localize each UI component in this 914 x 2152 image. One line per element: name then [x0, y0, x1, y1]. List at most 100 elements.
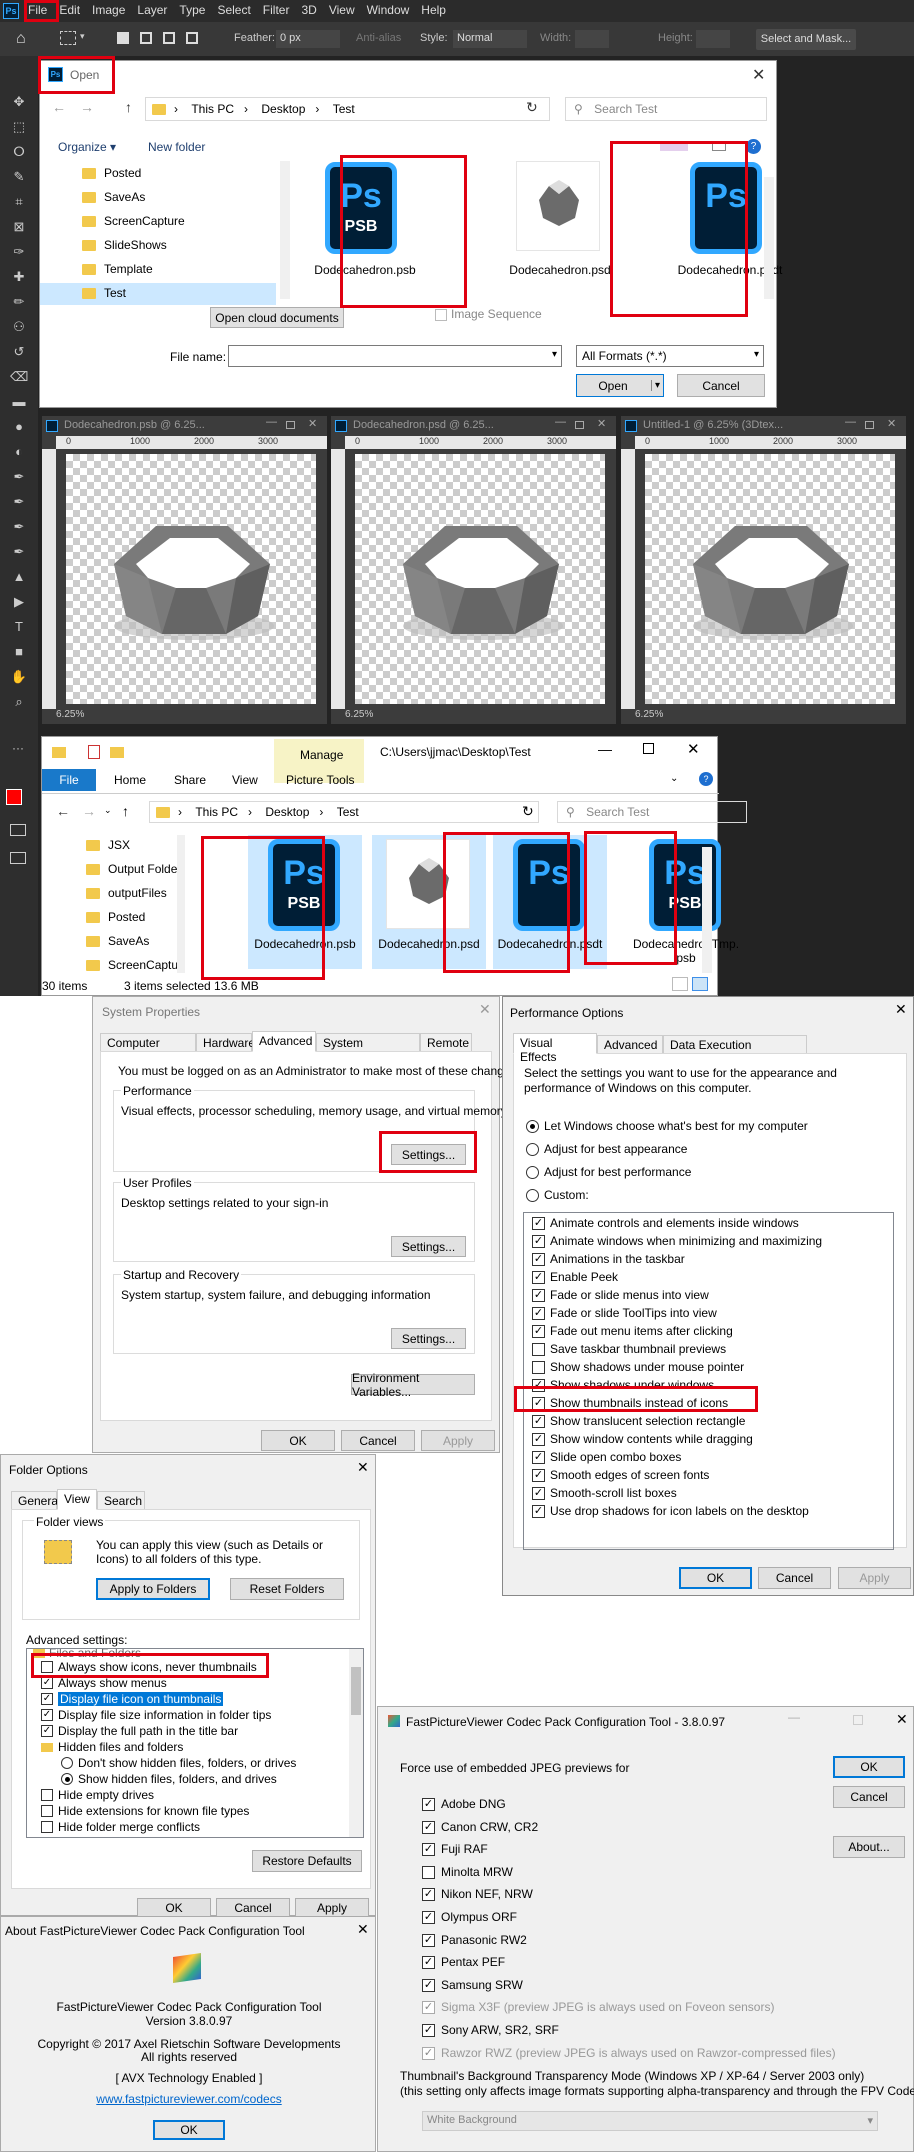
ok-button[interactable]: OK — [261, 1430, 335, 1451]
pen-tool-icon[interactable]: ✒ — [10, 469, 28, 487]
freeform-pen-tool-icon[interactable]: ✒ — [10, 519, 28, 537]
document-canvas[interactable] — [355, 454, 605, 704]
effect-checkbox[interactable]: ✓ — [532, 1469, 545, 1482]
crumb-test[interactable]: Test — [333, 102, 355, 116]
nav-folder-item[interactable]: Test — [40, 283, 276, 305]
minimize-icon[interactable]: — — [555, 416, 566, 428]
add-selection-icon[interactable] — [140, 32, 152, 44]
recent-locations-icon[interactable]: ⌄ — [104, 805, 112, 816]
search-box[interactable]: ⚲ Search Test — [565, 97, 767, 121]
view-tab[interactable]: View — [232, 773, 258, 787]
direct-select-tool-icon[interactable]: ▶ — [10, 594, 28, 612]
file-item[interactable]: Dodecahedron.psd — [500, 159, 620, 299]
codec-checkbox[interactable]: ✓ — [422, 1888, 435, 1902]
restore-defaults-button[interactable]: Restore Defaults — [252, 1850, 362, 1872]
cancel-button[interactable]: Cancel — [677, 374, 765, 397]
menu-3d[interactable]: 3D — [301, 3, 316, 17]
effect-checkbox[interactable]: ✓ — [532, 1217, 545, 1230]
forward-icon[interactable]: → — [80, 99, 94, 115]
close-icon[interactable]: ✕ — [752, 65, 765, 85]
effect-checkbox[interactable]: ✓ — [532, 1433, 545, 1446]
back-icon[interactable]: ← — [52, 99, 66, 115]
foreground-color-swatch[interactable] — [6, 789, 22, 805]
maximize-icon[interactable] — [853, 1715, 863, 1725]
style-select[interactable]: Normal — [453, 30, 527, 48]
format-select[interactable]: All Formats (*.*) ▾ — [576, 345, 764, 367]
type-tool-icon[interactable]: T — [10, 619, 28, 637]
close-icon[interactable]: ✕ — [357, 1921, 369, 1938]
intersect-selection-icon[interactable] — [186, 32, 198, 44]
forward-icon[interactable]: → — [82, 803, 96, 819]
convert-point-tool-icon[interactable]: ✒ — [10, 544, 28, 562]
codec-checkbox[interactable]: ✓ — [422, 2001, 435, 2015]
new-folder-icon[interactable] — [110, 747, 124, 758]
chevron-down-icon[interactable]: ▾ — [80, 31, 85, 42]
setting-checkbox[interactable] — [41, 1805, 53, 1817]
about-link[interactable]: www.fastpictureviewer.com/codecs — [1, 2092, 377, 2106]
tab-advanced[interactable]: Advanced — [252, 1031, 316, 1052]
history-brush-tool-icon[interactable]: ↺ — [10, 344, 28, 362]
tree-scroll-thumb[interactable] — [351, 1667, 361, 1715]
file-scrollbar[interactable] — [702, 847, 712, 973]
menu-filter[interactable]: Filter — [263, 3, 290, 17]
quick-select-tool-icon[interactable]: ✎ — [10, 169, 28, 187]
effect-checkbox[interactable]: ✓ — [532, 1415, 545, 1428]
minimize-icon[interactable]: — — [788, 1710, 800, 1724]
about-ok-button[interactable]: OK — [153, 2120, 225, 2140]
quick-mask-icon[interactable] — [10, 824, 26, 836]
width-input[interactable] — [575, 30, 609, 48]
minimize-icon[interactable]: — — [266, 416, 277, 428]
effect-checkbox[interactable]: ✓ — [532, 1289, 545, 1302]
crumb-desktop[interactable]: Desktop — [261, 102, 305, 116]
nav-folder-item[interactable]: SaveAs — [40, 187, 276, 209]
help-icon[interactable]: ? — [699, 772, 713, 786]
picture-tools-tab[interactable]: Picture Tools — [286, 773, 354, 787]
nav-folder-item[interactable]: SaveAs — [42, 931, 177, 953]
document-canvas[interactable] — [645, 454, 895, 704]
close-icon[interactable]: ✕ — [479, 1001, 491, 1018]
gradient-tool-icon[interactable]: ▬ — [10, 394, 28, 412]
filename-input[interactable]: ▾ — [228, 345, 562, 367]
move-tool-icon[interactable]: ✥ — [10, 94, 28, 112]
large-icons-view-icon[interactable] — [692, 977, 708, 991]
maximize-icon[interactable] — [286, 421, 295, 429]
crop-tool-icon[interactable]: ⌗ — [10, 194, 28, 212]
setting-checkbox[interactable]: ✓ — [41, 1725, 53, 1737]
open-button[interactable]: Open ▾ — [576, 374, 664, 397]
up-icon[interactable]: ↑ — [125, 99, 132, 115]
refresh-icon[interactable]: ↻ — [522, 803, 534, 820]
cancel-button[interactable]: Cancel — [341, 1430, 415, 1451]
effect-checkbox[interactable]: ✓ — [532, 1271, 545, 1284]
effect-checkbox[interactable]: ✓ — [532, 1253, 545, 1266]
address-bar[interactable]: › This PC › Desktop › Test — [149, 801, 539, 823]
crumb-this-pc[interactable]: This PC — [191, 102, 234, 116]
perf-radio[interactable] — [526, 1189, 539, 1202]
home-tab[interactable]: Home — [114, 773, 146, 787]
crumb-desktop[interactable]: Desktop — [265, 805, 309, 819]
brush-tool-icon[interactable]: ✏ — [10, 294, 28, 312]
setting-checkbox[interactable]: ✓ — [41, 1693, 53, 1705]
effect-checkbox[interactable]: ✓ — [532, 1451, 545, 1464]
chevron-down-icon[interactable]: ▾ — [552, 349, 557, 360]
document-canvas[interactable] — [66, 454, 316, 704]
codec-checkbox[interactable]: ✓ — [422, 1843, 435, 1857]
close-icon[interactable]: ✕ — [687, 740, 700, 758]
fpv-bg-select[interactable]: White Background ▾ — [422, 2111, 878, 2131]
apply-button[interactable]: Apply — [838, 1567, 911, 1589]
close-icon[interactable]: ✕ — [896, 1711, 908, 1728]
crumb-this-pc[interactable]: This PC — [195, 805, 238, 819]
height-input[interactable] — [696, 30, 730, 48]
lasso-tool-icon[interactable]: ⵔ — [10, 144, 28, 162]
blur-tool-icon[interactable]: ● — [10, 419, 28, 437]
address-bar[interactable]: › This PC › Desktop › Test — [145, 97, 550, 121]
close-icon[interactable]: ✕ — [308, 417, 317, 430]
new-selection-icon[interactable] — [117, 32, 129, 44]
setting-radio[interactable] — [61, 1757, 73, 1769]
nav-folder-item[interactable]: outputFiles — [42, 883, 177, 905]
expand-ribbon-icon[interactable]: ⌄ — [670, 773, 678, 784]
file-tab[interactable]: File — [42, 769, 96, 791]
new-folder-button[interactable]: New folder — [148, 140, 205, 154]
home-icon[interactable]: ⌂ — [16, 30, 26, 48]
file-scrollbar[interactable] — [764, 177, 774, 299]
feather-input[interactable]: 0 px — [276, 30, 340, 48]
